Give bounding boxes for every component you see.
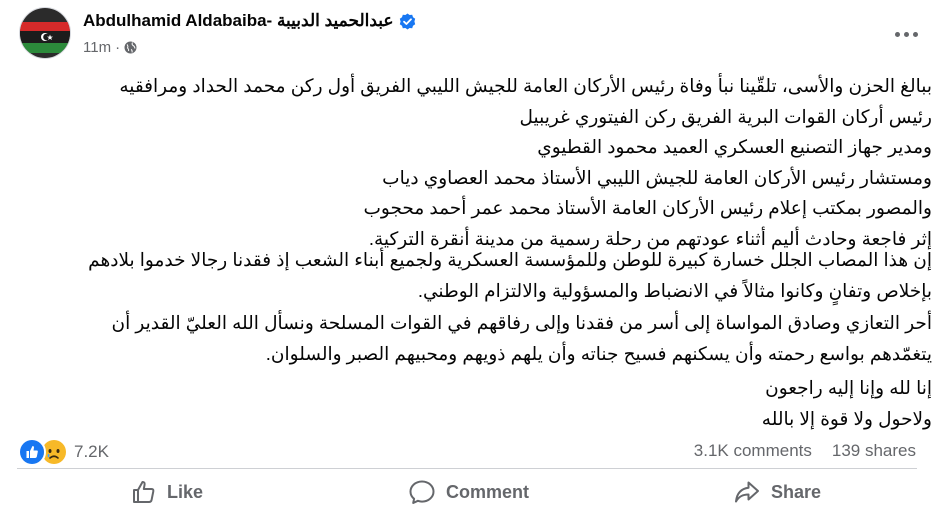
shares-count[interactable]: 139 shares: [832, 441, 916, 461]
post-stats: 7.2K 3.1K comments 139 shares: [18, 438, 916, 468]
comments-count[interactable]: 3.1K comments: [694, 441, 812, 461]
thumbs-up-icon: [133, 481, 155, 503]
meta-separator: ·: [115, 39, 121, 56]
more-options-icon[interactable]: [886, 20, 926, 48]
reactions-summary[interactable]: 7.2K: [18, 438, 109, 466]
post-line: ببالغ الحزن والأسى، تلقّينا نبأ وفاة رئي…: [119, 75, 932, 96]
post-paragraph: أحر التعازي وصادق المواساة إلى أسر من فق…: [18, 308, 932, 369]
stats-divider: [17, 468, 917, 469]
post-line: والمصور بمكتب إعلام رئيس الأركان العامة …: [363, 197, 933, 218]
like-reaction-icon: [18, 438, 46, 466]
share-arrow-icon: [735, 481, 759, 503]
author-name-row: Abdulhamid Aldabaiba- عبدالحميد الدبيبة: [83, 11, 416, 31]
post-paragraph: إنا لله وإنا إليه راجعون ولاحول ولا قوة …: [18, 373, 932, 434]
post-paragraph: إن هذا المصاب الجلل خسارة كبيرة للوطن ول…: [18, 245, 932, 306]
post-header: Abdulhamid Aldabaiba- عبدالحميد الدبيبة …: [0, 0, 934, 68]
engagement-counts: 3.1K comments 139 shares: [694, 441, 916, 461]
post-meta: 11m ·: [83, 39, 137, 56]
post-line: ومدير جهاز التصنيع العسكري العميد محمود …: [537, 136, 932, 157]
post-line: ومستشار رئيس الأركان العامة للجيش الليبي…: [382, 166, 932, 188]
author-avatar[interactable]: [19, 7, 71, 59]
post-action-bar: Like Comment Share: [0, 470, 934, 514]
post-line: رئيس أركان القوات البرية الفريق ركن الفي…: [519, 105, 932, 127]
post-line: إنا لله وإنا إليه راجعون: [765, 377, 932, 398]
post-line: يتغمّدهم بواسع رحمته وأن يسكنهم فسيح جنا…: [265, 342, 932, 364]
like-button[interactable]: Like: [131, 470, 203, 514]
author-name[interactable]: Abdulhamid Aldabaiba- عبدالحميد الدبيبة: [83, 11, 394, 31]
reactions-count[interactable]: 7.2K: [74, 442, 109, 462]
comment-bubble-icon: [409, 480, 435, 504]
post-time[interactable]: 11m: [83, 39, 111, 56]
like-label: Like: [167, 481, 204, 502]
verified-badge-icon: [399, 13, 416, 30]
post-line: إن هذا المصاب الجلل خسارة كبيرة للوطن ول…: [88, 249, 932, 270]
comment-button[interactable]: Comment: [408, 470, 529, 514]
share-button[interactable]: Share: [733, 470, 821, 514]
comment-label: Comment: [446, 481, 530, 502]
post-line: ولاحول ولا قوة إلا بالله: [761, 407, 932, 429]
share-label: Share: [771, 481, 822, 502]
post-paragraph: ببالغ الحزن والأسى، تلقّينا نبأ وفاة رئي…: [18, 71, 932, 254]
globe-icon[interactable]: [124, 41, 137, 54]
post-line: أحر التعازي وصادق المواساة إلى أسر من فق…: [111, 312, 932, 333]
post-line: بإخلاص وتفانٍ وكانوا مثالاً في الانضباط …: [417, 279, 932, 301]
